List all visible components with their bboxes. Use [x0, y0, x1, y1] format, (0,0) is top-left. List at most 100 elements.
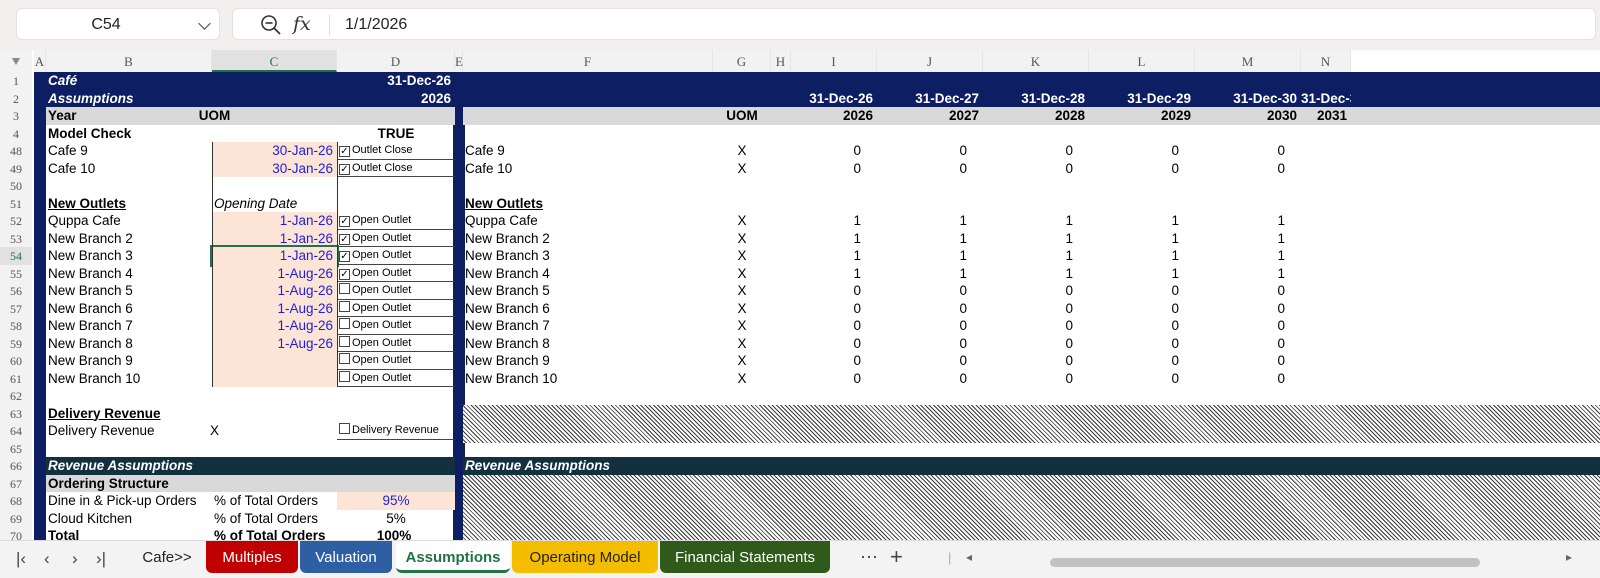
new-outlets-heading[interactable]: New Outlets [46, 195, 212, 213]
outlet-check-3-checkbox[interactable]: ✓ [339, 251, 350, 262]
ordering-value-1[interactable]: 95% [337, 492, 455, 510]
outlet-name-5[interactable]: New Branch 5 [46, 282, 212, 300]
right-closing-val-2-5[interactable]: 0 [1195, 160, 1301, 178]
right-outlet-val-1-2[interactable]: 1 [877, 212, 983, 230]
outlet-name-3[interactable]: New Branch 3 [46, 247, 212, 265]
column-header-e[interactable]: E [455, 50, 463, 72]
right-uom-header[interactable]: UOM [713, 107, 771, 125]
closing-check-1[interactable]: ✓ Outlet Close [337, 142, 455, 160]
date-header-3[interactable]: 31-Dec-28 [983, 90, 1089, 108]
right-outlet-val-5-3[interactable]: 0 [983, 282, 1089, 300]
column-header-i[interactable]: I [791, 50, 877, 72]
outlet-check-1[interactable]: ✓ Open Outlet [337, 212, 455, 230]
outlet-date-7[interactable]: 1-Aug-26 [212, 317, 337, 335]
right-outlet-val-10-4[interactable]: 0 [1089, 370, 1195, 388]
outlet-check-2[interactable]: ✓ Open Outlet [337, 230, 455, 247]
year-header-3[interactable]: 2028 [983, 107, 1089, 125]
outlet-check-8[interactable]: Open Outlet [337, 335, 455, 352]
date-header-1[interactable]: 31-Dec-26 [791, 90, 877, 108]
right-new-outlets-heading[interactable]: New Outlets [463, 195, 713, 213]
outlet-check-5-checkbox[interactable] [339, 283, 350, 294]
right-outlet-val-9-2[interactable]: 0 [877, 352, 983, 370]
row-header-55[interactable]: 55 [0, 264, 32, 282]
right-outlet-val-6-3[interactable]: 0 [983, 300, 1089, 318]
right-closing-uom-1[interactable]: X [713, 142, 771, 160]
right-outlet-val-9-4[interactable]: 0 [1089, 352, 1195, 370]
outlet-check-7[interactable]: Open Outlet [337, 317, 455, 335]
outlet-date-5[interactable]: 1-Aug-26 [212, 282, 337, 300]
ordering-uom-2[interactable]: % of Total Orders [212, 510, 337, 528]
outlet-name-9[interactable]: New Branch 9 [46, 352, 212, 370]
row-header-65[interactable]: 65 [0, 439, 32, 457]
column-header-b[interactable]: B [46, 50, 212, 72]
outlet-date-1[interactable]: 1-Jan-26 [212, 212, 337, 230]
right-outlet-val-8-4[interactable]: 0 [1089, 335, 1195, 353]
row-header-49[interactable]: 49 [0, 159, 32, 177]
zoom-out-icon[interactable] [259, 13, 283, 42]
row-header-53[interactable]: 53 [0, 229, 32, 247]
date-header-2[interactable]: 31-Dec-27 [877, 90, 983, 108]
column-header-k[interactable]: K [983, 50, 1089, 72]
right-outlet-uom-9[interactable]: X [713, 352, 771, 370]
ordering-uom-1[interactable]: % of Total Orders [212, 492, 337, 510]
tab-cafe[interactable]: Cafe>> [130, 541, 204, 573]
column-header-c[interactable]: C [212, 50, 337, 72]
row-header-51[interactable]: 51 [0, 194, 32, 212]
row-header-57[interactable]: 57 [0, 299, 32, 317]
right-outlet-val-2-2[interactable]: 1 [877, 230, 983, 248]
ordering-name-3[interactable]: Total [46, 527, 212, 540]
column-header-d[interactable]: D [337, 50, 455, 72]
tab-assumptions[interactable]: Assumptions [396, 541, 510, 573]
column-header-a[interactable]: A [34, 50, 46, 72]
right-outlet-val-8-2[interactable]: 0 [877, 335, 983, 353]
outlet-name-1[interactable]: Quppa Cafe [46, 212, 212, 230]
row-header-68[interactable]: 68 [0, 492, 32, 510]
delivery-heading[interactable]: Delivery Revenue [46, 405, 212, 423]
right-outlet-val-3-2[interactable]: 1 [877, 247, 983, 265]
model-check-label[interactable]: Model Check [46, 125, 212, 143]
row-header-56[interactable]: 56 [0, 282, 32, 300]
add-sheet-icon[interactable]: + [890, 544, 903, 570]
right-outlet-val-2-3[interactable]: 1 [983, 230, 1089, 248]
right-closing-name-1[interactable]: Cafe 9 [463, 142, 713, 160]
right-outlet-val-7-5[interactable]: 0 [1195, 317, 1301, 335]
right-outlet-val-10-5[interactable]: 0 [1195, 370, 1301, 388]
row-header-59[interactable]: 59 [0, 334, 32, 352]
right-outlet-uom-4[interactable]: X [713, 265, 771, 283]
right-closing-val-1-2[interactable]: 0 [877, 142, 983, 160]
right-outlet-val-1-4[interactable]: 1 [1089, 212, 1195, 230]
delivery-uom[interactable]: X [152, 422, 277, 440]
row-header-48[interactable]: 48 [0, 142, 32, 160]
right-outlet-name-6[interactable]: New Branch 6 [463, 300, 713, 318]
column-header-h[interactable]: H [771, 50, 791, 72]
next-sheet-icon[interactable]: › [72, 549, 78, 569]
right-outlet-uom-3[interactable]: X [713, 247, 771, 265]
right-outlet-val-9-5[interactable]: 0 [1195, 352, 1301, 370]
right-outlet-val-6-2[interactable]: 0 [877, 300, 983, 318]
closing-date-1[interactable]: 30-Jan-26 [212, 142, 337, 160]
right-outlet-val-4-1[interactable]: 1 [791, 265, 877, 283]
right-outlet-val-6-4[interactable]: 0 [1089, 300, 1195, 318]
right-outlet-val-5-1[interactable]: 0 [791, 282, 877, 300]
opening-date-label[interactable]: Opening Date [212, 195, 337, 213]
right-outlet-val-7-4[interactable]: 0 [1089, 317, 1195, 335]
right-outlet-val-5-4[interactable]: 0 [1089, 282, 1195, 300]
date-header-6[interactable]: 31-Dec-31 [1301, 90, 1351, 108]
right-revenue-assumptions-heading[interactable]: Revenue Assumptions [463, 457, 1600, 475]
right-outlet-name-7[interactable]: New Branch 7 [463, 317, 713, 335]
right-outlet-uom-5[interactable]: X [713, 282, 771, 300]
outlet-check-10[interactable]: Open Outlet [337, 370, 455, 387]
row-header-61[interactable]: 61 [0, 369, 32, 387]
column-header-g[interactable]: G [713, 50, 771, 72]
row-header-70[interactable]: 70 [0, 527, 32, 540]
outlet-check-6-checkbox[interactable] [339, 300, 350, 312]
right-outlet-val-3-1[interactable]: 1 [791, 247, 877, 265]
tab-financial-statements[interactable]: Financial Statements [660, 541, 830, 573]
tab-valuation[interactable]: Valuation [300, 541, 392, 573]
right-outlet-val-9-3[interactable]: 0 [983, 352, 1089, 370]
date-header-4[interactable]: 31-Dec-29 [1089, 90, 1195, 108]
right-outlet-val-1-1[interactable]: 1 [791, 212, 877, 230]
last-sheet-icon[interactable]: ›| [96, 549, 106, 569]
right-closing-name-2[interactable]: Cafe 10 [463, 160, 713, 178]
right-outlet-val-4-2[interactable]: 1 [877, 265, 983, 283]
